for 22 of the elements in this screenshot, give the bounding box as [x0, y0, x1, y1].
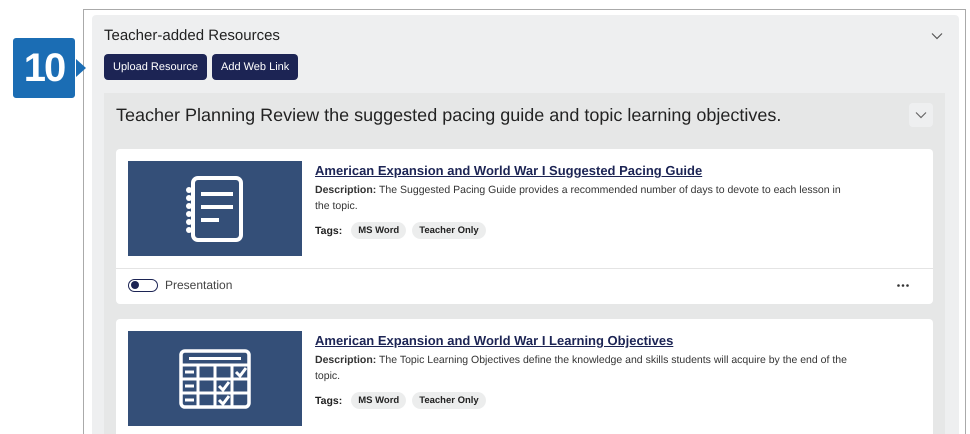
toggle-switch[interactable] [128, 278, 158, 292]
section-title: Teacher Planning Review the suggested pacing guide and topic learning objectives. [116, 104, 782, 126]
toggle-label: Presentation [165, 278, 232, 292]
tag: Teacher Only [412, 222, 486, 239]
resource-title-link[interactable]: American Expansion and World War I Suggested Pacing Guide [315, 163, 855, 178]
panel-title: Teacher-added Resources [104, 27, 280, 44]
resource-description: Description: The Topic Learning Objectives define the knowledge and skills students will acquire by the end of the topic. [315, 353, 848, 384]
tag: MS Word [351, 392, 406, 409]
action-button[interactable]: Add Web Link [212, 54, 298, 80]
tag: Teacher Only [412, 392, 486, 409]
chevron-icon [915, 111, 927, 119]
action-button[interactable]: Upload Resource [104, 54, 207, 80]
more-icon[interactable] [897, 284, 909, 286]
checklist-icon [179, 348, 251, 408]
chevron-icon[interactable] [931, 32, 943, 40]
resource-title-link[interactable]: American Expansion and World War I Learning Objectives [315, 333, 855, 348]
tag: MS Word [351, 222, 406, 239]
resource-description: Description: The Suggested Pacing Guide provides a recommended number of days to devote to each lesson in the topic. [315, 183, 842, 214]
tags-label: Tags: [315, 224, 342, 236]
tags-label: Tags: [315, 394, 342, 406]
step-badge: 10 [10, 35, 78, 101]
collapse-button[interactable] [909, 103, 933, 127]
